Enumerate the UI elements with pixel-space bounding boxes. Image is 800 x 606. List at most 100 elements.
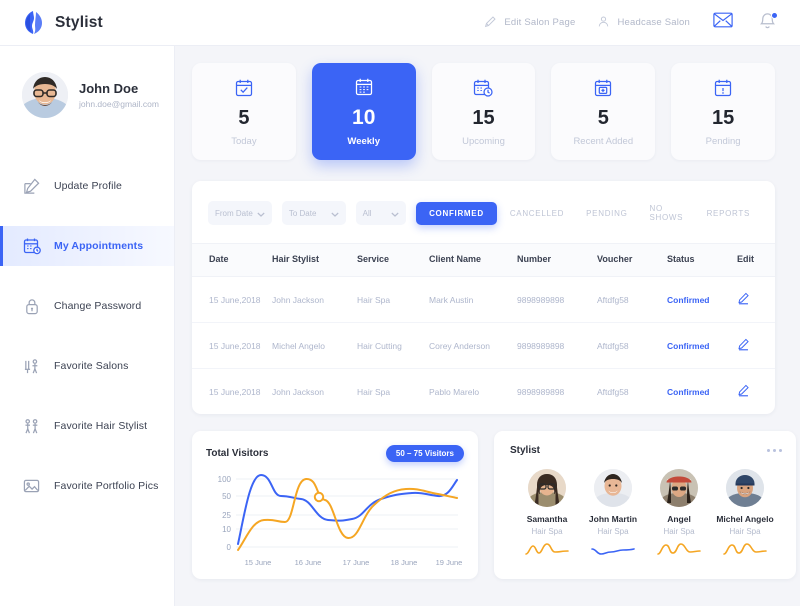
edit-square-icon	[22, 177, 41, 196]
svg-text:25: 25	[222, 511, 231, 520]
cell-edit[interactable]	[737, 276, 775, 323]
calendar-grid-icon	[354, 76, 374, 98]
from-date-select[interactable]: From Date	[208, 201, 272, 225]
salon-chair-icon	[22, 357, 41, 376]
cell-number: 9898989898	[517, 276, 597, 323]
cell-edit[interactable]	[737, 322, 775, 369]
sidebar-item-my-appointments[interactable]: My Appointments	[0, 226, 174, 266]
svg-text:18 June: 18 June	[391, 558, 418, 567]
stat-label: Weekly	[347, 136, 380, 147]
chart-line-visitors-b	[237, 478, 458, 551]
stylist-list: Samantha Hair Spa John Martin Hair Spa A…	[510, 469, 782, 558]
stat-card-pending[interactable]: 15 Pending	[671, 63, 775, 160]
more-dots-icon[interactable]	[767, 449, 782, 452]
tab-reports[interactable]: REPORTS	[698, 202, 759, 225]
table-body: 15 June,2018 John Jackson Hair Spa Mark …	[192, 276, 775, 415]
envelope-icon	[713, 12, 733, 33]
stat-value: 15	[711, 106, 735, 129]
sidebar-item-update-profile[interactable]: Update Profile	[0, 166, 174, 206]
from-date-value: From Date	[215, 208, 253, 218]
table-row[interactable]: 15 June,2018 John Jackson Hair Spa Mark …	[192, 276, 775, 323]
visitors-badge: 50 – 75 Visitors	[385, 445, 464, 462]
svg-text:16 June: 16 June	[295, 558, 322, 567]
lock-icon	[22, 297, 41, 316]
stylist-sparkline	[514, 542, 580, 558]
avatar	[726, 469, 764, 507]
stylist-role: Hair Spa	[597, 527, 629, 536]
edit-salon-page-link[interactable]: Edit Salon Page	[484, 15, 575, 31]
hair-swirl-icon	[20, 10, 46, 36]
pencil-icon[interactable]	[737, 338, 750, 353]
sidebar-item-favorite-hair-stylist[interactable]: Favorite Hair Stylist	[0, 406, 174, 446]
tab-confirmed[interactable]: CONFIRMED	[416, 201, 497, 225]
stat-card-weekly[interactable]: 10 Weekly	[311, 63, 416, 160]
pencil-icon[interactable]	[737, 292, 750, 307]
list-item[interactable]: John Martin Hair Spa	[580, 469, 646, 558]
sidebar-nav: Update Profile My Appointments Change Pa…	[0, 166, 174, 506]
to-date-select[interactable]: To Date	[281, 201, 346, 225]
dashboard-page: Stylist Edit Salon Page Headcase Salon J…	[0, 0, 800, 606]
svg-text:0: 0	[227, 543, 232, 552]
column-header-date: Date	[192, 243, 272, 277]
top-header: Stylist Edit Salon Page Headcase Salon	[0, 0, 800, 46]
visitors-header: Total Visitors 50 – 75 Visitors	[206, 445, 464, 462]
svg-text:50: 50	[222, 492, 231, 501]
stylist-role: Hair Spa	[729, 527, 761, 536]
visitors-chart: 100 50 25 10 0 15 June 16 June 17 June 1…	[206, 471, 464, 576]
messages-button[interactable]	[712, 12, 734, 34]
pencil-icon[interactable]	[737, 384, 750, 399]
profile-email: john.doe@gmail.com	[79, 99, 159, 110]
account-label: Headcase Salon	[617, 17, 690, 28]
cell-number: 9898989898	[517, 386, 565, 397]
bottom-row: Total Visitors 50 – 75 Visitors 100 50 2…	[192, 431, 796, 579]
sidebar-item-change-password[interactable]: Change Password	[0, 286, 174, 326]
avatar	[22, 72, 68, 118]
account-link[interactable]: Headcase Salon	[597, 15, 690, 31]
profile-block: John Doe john.doe@gmail.com	[0, 46, 174, 118]
column-header-number: Number	[517, 243, 597, 277]
all-select[interactable]: All	[355, 201, 407, 225]
column-header-edit: Edit	[737, 243, 775, 277]
stylist-name: John Martin	[588, 514, 638, 524]
calendar-clock-icon	[473, 77, 494, 99]
notification-badge	[771, 11, 778, 19]
brand-name: Stylist	[55, 13, 103, 31]
tab-cancelled[interactable]: CANCELLED	[501, 202, 573, 225]
tab-pending[interactable]: PENDING	[577, 202, 636, 225]
people-icon	[22, 417, 41, 436]
stat-label: Pending	[705, 135, 741, 147]
avatar	[594, 469, 632, 507]
cell-service: Hair Cutting	[357, 322, 429, 369]
sidebar-item-label: My Appointments	[54, 240, 144, 252]
chart-x-ticks: 15 June 16 June 17 June 18 June 19 June	[245, 558, 463, 567]
list-item[interactable]: Michel Angelo Hair Spa	[712, 469, 778, 558]
cell-client: Pablo Marelo	[429, 386, 480, 397]
image-icon	[22, 477, 41, 496]
cell-service: Hair Spa	[357, 276, 429, 323]
profile-text: John Doe john.doe@gmail.com	[79, 81, 159, 110]
notifications-button[interactable]	[756, 11, 778, 34]
sidebar-item-label: Change Password	[54, 300, 142, 312]
tab-no-shows[interactable]: NO SHOWS	[641, 197, 694, 229]
cell-stylist: John Jackson	[272, 276, 357, 323]
table-row[interactable]: 15 June,2018 John Jackson Hair Spa Pablo…	[192, 369, 775, 415]
stat-card-upcoming[interactable]: 15 Upcoming	[431, 63, 536, 160]
edit-salon-page-label: Edit Salon Page	[504, 17, 576, 28]
stat-card-today[interactable]: 5 Today	[192, 63, 296, 160]
list-item[interactable]: Samantha Hair Spa	[514, 469, 580, 558]
cell-edit[interactable]	[737, 369, 775, 415]
stat-card-recent-added[interactable]: 5 Recent Added	[551, 63, 656, 160]
sidebar-item-favorite-portfolio-pics[interactable]: Favorite Portfolio Pics	[0, 466, 174, 506]
stylist-name: Michel Angelo	[716, 514, 774, 524]
table-row[interactable]: 15 June,2018 Michel Angelo Hair Cutting …	[192, 322, 775, 369]
svg-text:100: 100	[218, 475, 232, 484]
list-item[interactable]: Angel Hair Spa	[646, 469, 712, 558]
cell-client: Corey Anderson	[429, 322, 517, 369]
table-header-row: Date Hair Stylist Service Client Name Nu…	[192, 243, 775, 277]
stat-value: 10	[352, 106, 376, 129]
table-head: Date Hair Stylist Service Client Name Nu…	[192, 243, 775, 277]
brand[interactable]: Stylist	[0, 10, 175, 36]
cell-stylist: John Jackson	[272, 386, 324, 397]
cell-voucher: Aftdfg58	[597, 386, 629, 397]
sidebar-item-favorite-salons[interactable]: Favorite Salons	[0, 346, 174, 386]
